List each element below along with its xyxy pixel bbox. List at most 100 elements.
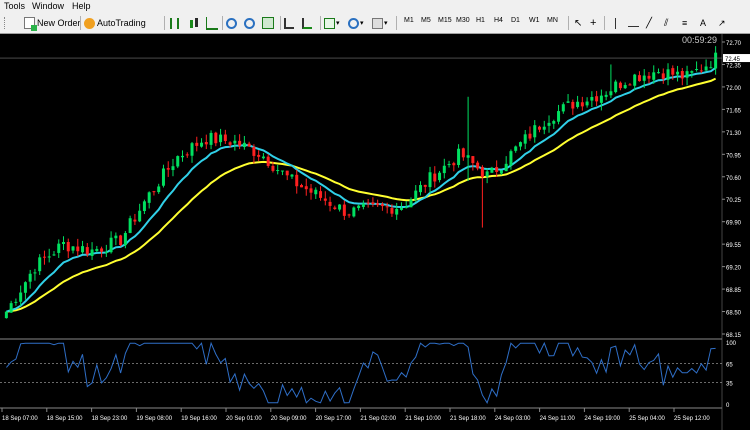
- timeframe-m1[interactable]: M1: [404, 17, 414, 24]
- candle-body: [204, 142, 208, 145]
- candle-body: [561, 104, 565, 112]
- candle-body: [276, 170, 280, 172]
- price-axis-label: 72.00: [726, 86, 742, 92]
- candle-body: [352, 207, 356, 217]
- chart-shift-button[interactable]: [284, 16, 294, 30]
- tile-windows-icon: [262, 17, 274, 29]
- zoom-out-icon: [244, 17, 255, 29]
- candle-body: [147, 192, 151, 203]
- price-axis-label: 69.90: [726, 221, 742, 227]
- candle-body: [109, 237, 113, 253]
- timeframe-m5[interactable]: M5: [421, 17, 431, 24]
- candle-body: [628, 84, 632, 86]
- timeframe-mn[interactable]: MN: [547, 17, 558, 24]
- candle-body: [428, 172, 432, 188]
- candlestick-button[interactable]: [188, 16, 199, 30]
- indicator-axis-label: 35: [726, 381, 733, 387]
- timeframe-d1[interactable]: D1: [511, 17, 520, 24]
- crosshair-button[interactable]: +: [590, 16, 596, 30]
- candle-body: [280, 170, 284, 172]
- menu-help[interactable]: Help: [72, 1, 91, 11]
- templates-button[interactable]: ▾: [372, 16, 388, 30]
- tile-windows-button[interactable]: [262, 16, 274, 30]
- new-order-button[interactable]: New Order: [24, 16, 81, 31]
- trendline-button[interactable]: ╱: [646, 16, 652, 30]
- candle-body: [66, 242, 70, 252]
- zoom-out-button[interactable]: [244, 16, 255, 30]
- candle-body: [209, 132, 213, 145]
- bar-chart-icon: [170, 17, 179, 29]
- time-axis-label: 24 Sep 03:00: [495, 416, 531, 422]
- menu-window[interactable]: Window: [32, 1, 64, 11]
- candle-body: [709, 67, 713, 69]
- candle-body: [457, 148, 461, 165]
- candle-body: [485, 171, 489, 177]
- autoscroll-icon: [302, 17, 312, 29]
- timeframe-m30[interactable]: M30: [456, 17, 470, 24]
- text-icon: A: [700, 18, 707, 28]
- zoom-in-button[interactable]: [226, 16, 237, 30]
- fibonacci-button[interactable]: ≡: [682, 16, 687, 30]
- text-button[interactable]: A: [700, 16, 706, 30]
- cursor-button[interactable]: ↖: [574, 16, 582, 30]
- candle-body: [133, 219, 137, 222]
- vertical-line-icon: [615, 17, 617, 29]
- current-price-label: 72.45: [725, 57, 741, 63]
- candle-body: [123, 232, 127, 246]
- candle-body: [157, 186, 161, 193]
- toolbar-separator: [604, 16, 605, 30]
- vertical-line-button[interactable]: [610, 16, 617, 30]
- indicators-button[interactable]: ▾: [324, 16, 340, 30]
- line-chart-button[interactable]: [206, 16, 218, 30]
- candle-body: [90, 249, 94, 256]
- timeframe-h4[interactable]: H4: [494, 17, 503, 24]
- candle-body: [328, 201, 332, 206]
- dropdown-arrow-icon: ▾: [360, 20, 364, 27]
- autoscroll-button[interactable]: [302, 16, 312, 30]
- candle-body: [399, 207, 403, 210]
- menu-tools[interactable]: Tools: [4, 1, 25, 11]
- time-axis-label: 20 Sep 01:00: [226, 416, 262, 422]
- indicator-axis-label: 100: [726, 341, 737, 347]
- candle-body: [566, 101, 570, 103]
- arrows-button[interactable]: ↗: [718, 16, 726, 30]
- autotrading-icon: [84, 17, 95, 29]
- candle-body: [28, 273, 32, 282]
- candle-body: [547, 122, 551, 126]
- candle-body: [366, 202, 370, 204]
- timeframe-w1[interactable]: W1: [529, 17, 540, 24]
- candle-body: [671, 68, 675, 75]
- cursor-icon: ↖: [574, 17, 583, 29]
- periods-button[interactable]: ▾: [348, 16, 364, 30]
- candle-body: [323, 198, 327, 201]
- candle-body: [347, 214, 351, 216]
- candle-body: [595, 96, 599, 102]
- toolbar-separator: [222, 16, 223, 30]
- candle-body: [319, 191, 323, 198]
- candle-body: [657, 72, 660, 74]
- bar-chart-button[interactable]: [170, 16, 179, 30]
- channel-button[interactable]: ⫽: [664, 16, 668, 30]
- time-axis-label: 25 Sep 12:00: [674, 416, 710, 422]
- toolbar-separator: [320, 16, 321, 30]
- candle-body: [618, 82, 622, 89]
- candle-body: [647, 75, 651, 79]
- price-chart[interactable]: 72.70 72.35 72.00 71.65 71.30 70.95 70.60 70.25…: [0, 34, 750, 430]
- indicators-icon: [324, 17, 335, 29]
- toolbar-grip: [4, 16, 8, 30]
- timeframe-h1[interactable]: H1: [476, 17, 485, 24]
- candle-body: [504, 163, 508, 172]
- toolbar: New Order AutoTrading ▾ ▾ ▾ M1 M5 M15 M3…: [0, 13, 750, 34]
- dropdown-arrow-icon: ▾: [384, 20, 388, 27]
- candle-body: [652, 72, 656, 80]
- candle-body: [571, 101, 575, 109]
- candle-body: [490, 167, 494, 173]
- autotrading-button[interactable]: AutoTrading: [84, 16, 146, 30]
- candle-body: [104, 251, 108, 253]
- indicator-axis-label: 65: [726, 363, 733, 369]
- toolbar-separator: [80, 16, 81, 30]
- price-axis-label: 68.85: [726, 288, 742, 294]
- horizontal-line-button[interactable]: [628, 16, 639, 30]
- timeframe-m15[interactable]: M15: [438, 17, 452, 24]
- candle-body: [142, 201, 146, 212]
